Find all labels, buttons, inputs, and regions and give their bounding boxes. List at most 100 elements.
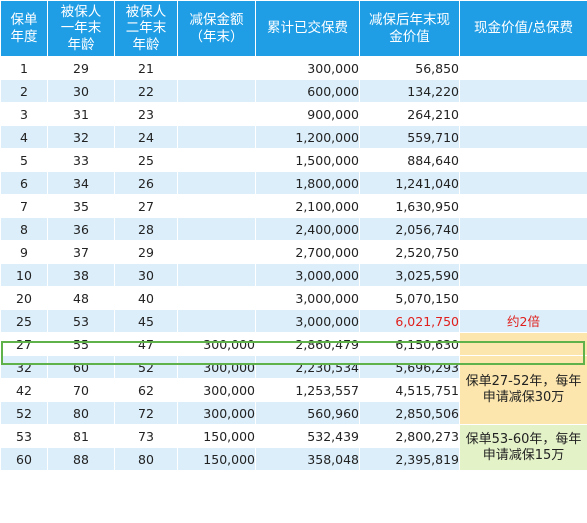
cell-ratio <box>459 332 587 356</box>
cell-paid: 2,400,000 <box>255 217 360 241</box>
cell-year: 9 <box>0 240 48 264</box>
cell-age2: 25 <box>114 148 178 172</box>
cell-cash-value: 56,850 <box>359 56 460 80</box>
table-row: 1 29 21 300,000 56,850 <box>0 56 587 80</box>
cell-year: 42 <box>0 378 48 402</box>
cell-paid: 2,700,000 <box>255 240 360 264</box>
table-row: 8 36 28 2,400,000 2,056,740 <box>0 217 587 241</box>
cell-paid: 3,000,000 <box>255 309 360 333</box>
cell-ratio <box>459 240 587 264</box>
cell-age1: 37 <box>47 240 115 264</box>
cell-cash-value: 559,710 <box>359 125 460 149</box>
cell-withdrawal: 150,000 <box>177 424 256 448</box>
cell-year: 10 <box>0 263 48 287</box>
cell-paid: 1,200,000 <box>255 125 360 149</box>
cell-withdrawal <box>177 286 256 310</box>
header-row: 保单 年度 被保人 一年末 年龄 被保人 二年末 年龄 减保金额 （年末） 累计… <box>0 0 587 57</box>
cell-withdrawal <box>177 56 256 80</box>
cell-cash-value: 2,395,819 <box>359 447 460 471</box>
note-withdraw-150k: 保单53-60年，每年申请减保15万 <box>459 424 587 471</box>
cell-ratio <box>459 125 587 149</box>
cell-withdrawal <box>177 263 256 287</box>
cell-paid: 560,960 <box>255 401 360 425</box>
table-row: 2 30 22 600,000 134,220 <box>0 79 587 103</box>
cash-value-table: 保单 年度 被保人 一年末 年龄 被保人 二年末 年龄 减保金额 （年末） 累计… <box>0 0 587 471</box>
cell-ratio <box>459 194 587 218</box>
cell-age1: 32 <box>47 125 115 149</box>
cell-age2: 26 <box>114 171 178 195</box>
cell-cash-value: 2,056,740 <box>359 217 460 241</box>
cell-cash-value: 2,520,750 <box>359 240 460 264</box>
cell-age1: 88 <box>47 447 115 471</box>
table-row: 10 38 30 3,000,000 3,025,590 <box>0 263 587 287</box>
cell-withdrawal: 300,000 <box>177 355 256 379</box>
cell-cash-value: 4,515,751 <box>359 378 460 402</box>
cell-ratio <box>459 286 587 310</box>
cell-cash-value: 1,241,040 <box>359 171 460 195</box>
cell-age1: 34 <box>47 171 115 195</box>
cell-year: 8 <box>0 217 48 241</box>
cell-paid: 2,100,000 <box>255 194 360 218</box>
cell-age2: 45 <box>114 309 178 333</box>
cell-age2: 24 <box>114 125 178 149</box>
cell-cash-value-highlight: 6,021,750 <box>359 309 460 333</box>
cell-age1: 48 <box>47 286 115 310</box>
cell-year: 1 <box>0 56 48 80</box>
cell-age1: 31 <box>47 102 115 126</box>
cell-age1: 36 <box>47 217 115 241</box>
cell-withdrawal <box>177 240 256 264</box>
cell-withdrawal <box>177 309 256 333</box>
cell-withdrawal <box>177 217 256 241</box>
cell-cash-value: 2,800,273 <box>359 424 460 448</box>
cell-year: 5 <box>0 148 48 172</box>
cell-age2: 29 <box>114 240 178 264</box>
cell-age1: 60 <box>47 355 115 379</box>
cell-paid: 1,253,557 <box>255 378 360 402</box>
cell-withdrawal <box>177 171 256 195</box>
cell-paid: 358,048 <box>255 447 360 471</box>
cell-paid: 2,230,534 <box>255 355 360 379</box>
cell-withdrawal: 300,000 <box>177 378 256 402</box>
cell-year: 6 <box>0 171 48 195</box>
cell-year: 52 <box>0 401 48 425</box>
cell-cash-value: 884,640 <box>359 148 460 172</box>
cell-year: 25 <box>0 309 48 333</box>
table-row: 32 60 52 300,000 2,230,534 5,696,293 保单2… <box>0 355 587 425</box>
cell-withdrawal: 300,000 <box>177 401 256 425</box>
cell-age1: 38 <box>47 263 115 287</box>
cell-withdrawal: 300,000 <box>177 332 256 356</box>
cell-year: 53 <box>0 424 48 448</box>
header-ratio: 现金价值/总保费 <box>459 0 587 57</box>
cell-age2: 22 <box>114 79 178 103</box>
cell-age2: 21 <box>114 56 178 80</box>
cell-age2: 40 <box>114 286 178 310</box>
cell-age2: 23 <box>114 102 178 126</box>
table-row: 53 81 73 150,000 532,439 2,800,273 保单53-… <box>0 424 587 471</box>
cell-age1: 30 <box>47 79 115 103</box>
cell-ratio <box>459 148 587 172</box>
cell-withdrawal <box>177 148 256 172</box>
cell-cash-value: 1,630,950 <box>359 194 460 218</box>
cell-withdrawal <box>177 79 256 103</box>
cell-age1: 33 <box>47 148 115 172</box>
cell-age2: 73 <box>114 424 178 448</box>
cell-paid: 1,800,000 <box>255 171 360 195</box>
cell-paid: 3,000,000 <box>255 286 360 310</box>
cell-cash-value: 2,850,506 <box>359 401 460 425</box>
table-row: 27 55 47 300,000 2,860,479 6,150,630 <box>0 332 587 356</box>
cell-age1: 55 <box>47 332 115 356</box>
cell-age1: 80 <box>47 401 115 425</box>
cell-ratio <box>459 217 587 241</box>
cell-age2: 52 <box>114 355 178 379</box>
note-withdraw-300k: 保单27-52年，每年申请减保30万 <box>459 355 587 425</box>
cell-age1: 81 <box>47 424 115 448</box>
insurance-table-screen: 慧择 hzx.com 保单 年度 被保人 一年末 年龄 被保人 二年末 年龄 减… <box>0 0 587 523</box>
cell-age2: 27 <box>114 194 178 218</box>
cell-paid: 532,439 <box>255 424 360 448</box>
cell-year: 7 <box>0 194 48 218</box>
cell-ratio <box>459 171 587 195</box>
cell-age2: 62 <box>114 378 178 402</box>
cell-year: 27 <box>0 332 48 356</box>
table-row: 7 35 27 2,100,000 1,630,950 <box>0 194 587 218</box>
cell-age1: 35 <box>47 194 115 218</box>
